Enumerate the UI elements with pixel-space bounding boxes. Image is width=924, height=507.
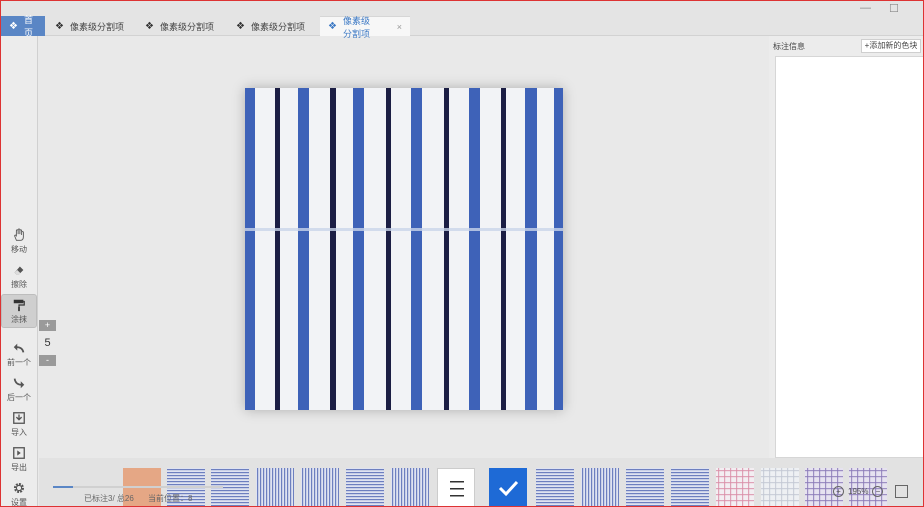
tab-segmentation[interactable]: ❖ 像素级分割项 xyxy=(47,16,135,36)
fabric-stripe xyxy=(554,88,563,410)
tool-label: 涂抹 xyxy=(11,314,27,324)
tool-label: 擦除 xyxy=(11,279,27,289)
tab-diamond-icon: ❖ xyxy=(236,20,245,32)
fabric-stripe xyxy=(330,88,336,410)
brush-size-stepper: + 5 - xyxy=(39,320,57,366)
tool-label: 前一个 xyxy=(7,357,31,367)
labeled-count: 已标注3/ 总26 xyxy=(84,494,134,503)
tab-label: 像素级分割项 xyxy=(342,15,370,39)
progress-bar xyxy=(53,486,223,488)
tool-settings[interactable]: 设置 xyxy=(1,477,37,507)
zoom-level: 195% xyxy=(848,487,869,496)
fabric-stripe-image xyxy=(245,88,563,410)
annotation-panel: 标注信息 +添加新的色块 xyxy=(769,36,924,507)
redo-arrow-icon xyxy=(13,377,25,388)
eraser-icon xyxy=(14,266,24,274)
zoom-control: + 195% − xyxy=(833,486,884,497)
close-icon[interactable]: × xyxy=(397,22,402,32)
tab-label: 像素级分割项 xyxy=(159,21,214,32)
tool-previous[interactable]: 前一个 xyxy=(1,337,37,371)
tab-label: 像素级分割项 xyxy=(69,21,124,32)
fabric-stripe xyxy=(411,88,422,410)
fabric-thumbnail[interactable] xyxy=(301,468,339,507)
brush-size-decrease-button[interactable]: - xyxy=(39,355,56,366)
brush-size-value[interactable]: 5 xyxy=(39,331,56,355)
fabric-thumbnail[interactable] xyxy=(256,468,294,507)
fabric-stripe xyxy=(444,88,449,410)
minimize-button[interactable]: — xyxy=(860,2,871,14)
fabric-stripe xyxy=(298,88,309,410)
thumbnail-strip: 已标注3/ 总26 当前位置：8 + 195% − xyxy=(39,458,924,507)
annotation-panel-title: 标注信息 xyxy=(773,42,805,51)
tool-label: 导入 xyxy=(11,427,27,437)
list-icon[interactable] xyxy=(437,468,475,507)
tab-diamond-icon: ❖ xyxy=(328,21,337,32)
zoom-out-icon[interactable]: − xyxy=(872,486,884,497)
checkmark-icon[interactable] xyxy=(489,468,527,507)
fullscreen-icon[interactable] xyxy=(895,485,908,498)
fabric-stripe xyxy=(275,88,280,410)
gear-icon xyxy=(13,482,25,493)
fabric-thumbnail[interactable] xyxy=(581,468,619,507)
fabric-thumbnail[interactable] xyxy=(626,468,664,507)
tab-bar: ❖ 首页 ❖ 像素级分割项 ❖ 像素级分割项 ❖ 像素级分割项 ❖ 像素级分割项… xyxy=(0,0,924,39)
fabric-thumbnail[interactable] xyxy=(536,468,574,507)
fabric-thumbnail[interactable] xyxy=(391,468,429,507)
brush-size-increase-button[interactable]: + xyxy=(39,320,56,331)
tool-label: 导出 xyxy=(11,462,27,472)
current-position: 当前位置：8 xyxy=(148,494,193,503)
hand-icon xyxy=(14,227,24,241)
fabric-seam xyxy=(245,228,563,231)
maximize-button[interactable]: ☐ xyxy=(889,2,899,15)
tab-diamond-icon: ❖ xyxy=(9,20,18,32)
tool-next[interactable]: 后一个 xyxy=(1,372,37,406)
tab-segmentation[interactable]: ❖ 像素级分割项 xyxy=(228,16,316,36)
tab-segmentation[interactable]: ❖ 像素级分割项 xyxy=(137,16,225,36)
progress-fill xyxy=(53,486,74,488)
tab-diamond-icon: ❖ xyxy=(145,20,154,32)
tool-label: 移动 xyxy=(11,244,27,254)
export-icon xyxy=(13,446,25,459)
left-toolbar: 移动 擦除 涂抹 前一个 后一个 导入 导出 设置 xyxy=(0,36,38,507)
fabric-stripe xyxy=(353,88,364,410)
import-icon xyxy=(13,411,25,424)
tool-paint[interactable]: 涂抹 xyxy=(1,294,37,328)
tool-move[interactable]: 移动 xyxy=(1,224,37,258)
fabric-stripe xyxy=(501,88,506,410)
annotation-list[interactable] xyxy=(775,56,924,458)
fabric-stripe xyxy=(525,88,537,410)
tab-home[interactable]: ❖ 首页 xyxy=(1,15,45,38)
tool-label: 设置 xyxy=(11,497,27,507)
tab-segmentation-active[interactable]: ❖ 像素级分割项 × xyxy=(320,16,410,39)
tool-label: 后一个 xyxy=(7,392,31,402)
fabric-stripe xyxy=(469,88,480,410)
fabric-stripe xyxy=(245,88,255,410)
tool-import[interactable]: 导入 xyxy=(1,407,37,441)
undo-arrow-icon xyxy=(13,343,25,353)
fabric-thumbnail[interactable] xyxy=(761,468,799,507)
fabric-stripe xyxy=(386,88,391,410)
tab-diamond-icon: ❖ xyxy=(55,20,64,32)
tool-erase[interactable]: 擦除 xyxy=(1,259,37,293)
tab-label: 像素级分割项 xyxy=(250,21,305,32)
tool-export[interactable]: 导出 xyxy=(1,442,37,476)
zoom-in-icon[interactable]: + xyxy=(833,486,844,497)
fabric-image-canvas[interactable] xyxy=(245,88,563,410)
fabric-thumbnail[interactable] xyxy=(671,468,709,507)
add-color-block-button[interactable]: +添加新的色块 xyxy=(861,39,921,53)
fabric-thumbnail[interactable] xyxy=(716,468,754,507)
fabric-thumbnail[interactable] xyxy=(346,468,384,507)
paint-roller-icon xyxy=(13,299,25,311)
